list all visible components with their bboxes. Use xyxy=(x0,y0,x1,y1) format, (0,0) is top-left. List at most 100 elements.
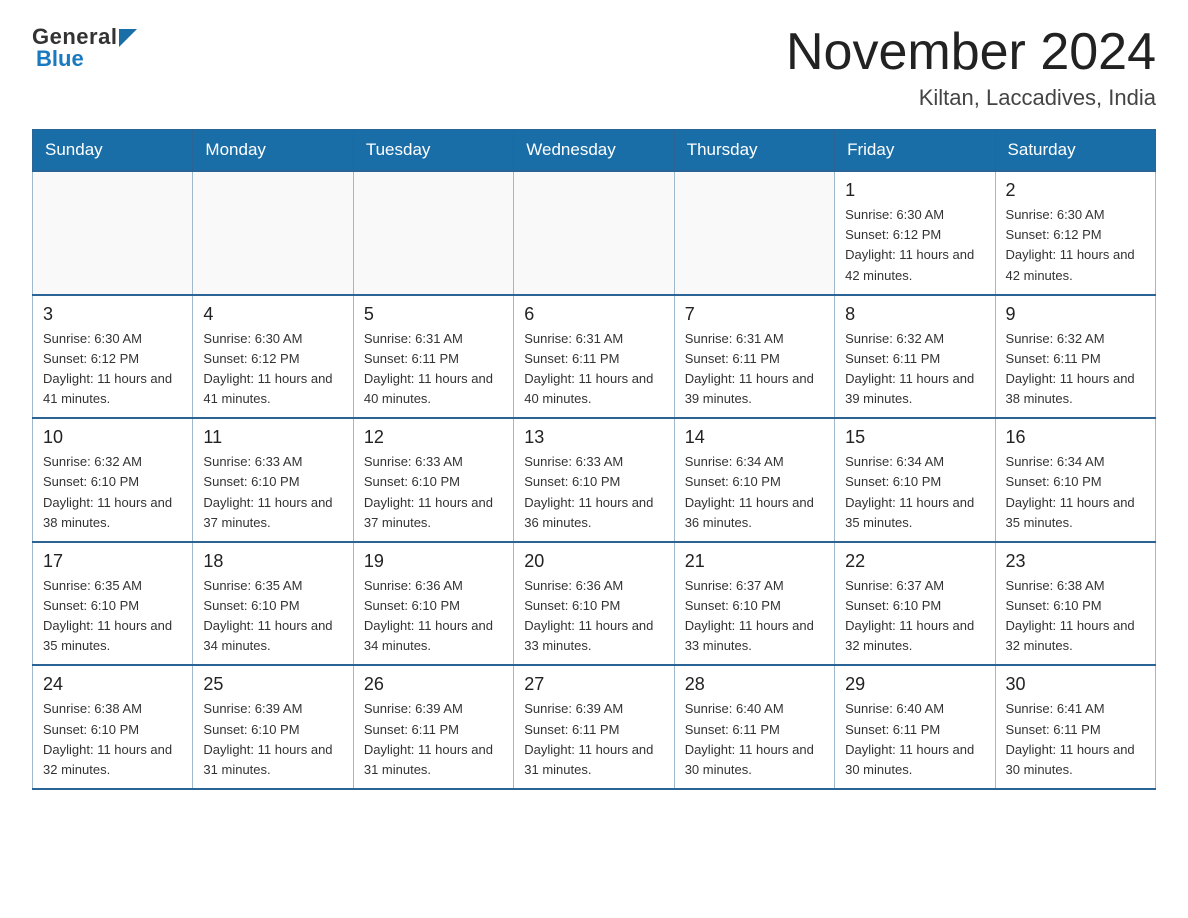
day-info: Sunrise: 6:30 AM Sunset: 6:12 PM Dayligh… xyxy=(43,329,182,410)
col-thursday: Thursday xyxy=(674,130,834,172)
day-number: 14 xyxy=(685,427,824,448)
table-row: 9 Sunrise: 6:32 AM Sunset: 6:11 PM Daylig… xyxy=(995,295,1155,419)
day-number: 19 xyxy=(364,551,503,572)
day-info: Sunrise: 6:39 AM Sunset: 6:10 PM Dayligh… xyxy=(203,699,342,780)
day-info: Sunrise: 6:38 AM Sunset: 6:10 PM Dayligh… xyxy=(43,699,182,780)
table-row: 17Sunrise: 6:35 AM Sunset: 6:10 PM Dayli… xyxy=(33,542,193,666)
day-info: Sunrise: 6:35 AM Sunset: 6:10 PM Dayligh… xyxy=(203,576,342,657)
table-row: 6 Sunrise: 6:31 AM Sunset: 6:11 PM Daylig… xyxy=(514,295,674,419)
day-number: 28 xyxy=(685,674,824,695)
table-row xyxy=(514,171,674,295)
day-info: Sunrise: 6:34 AM Sunset: 6:10 PM Dayligh… xyxy=(685,452,824,533)
day-info: Sunrise: 6:33 AM Sunset: 6:10 PM Dayligh… xyxy=(524,452,663,533)
day-info: Sunrise: 6:41 AM Sunset: 6:11 PM Dayligh… xyxy=(1006,699,1145,780)
day-number: 16 xyxy=(1006,427,1145,448)
day-number: 25 xyxy=(203,674,342,695)
day-number: 27 xyxy=(524,674,663,695)
table-row: 2 Sunrise: 6:30 AM Sunset: 6:12 PM Daylig… xyxy=(995,171,1155,295)
table-row: 12 Sunrise: 6:33 AM Sunset: 6:10 PM Dayli… xyxy=(353,418,513,542)
day-number: 23 xyxy=(1006,551,1145,572)
calendar-week-row: 10 Sunrise: 6:32 AM Sunset: 6:10 PM Dayli… xyxy=(33,418,1156,542)
col-saturday: Saturday xyxy=(995,130,1155,172)
col-wednesday: Wednesday xyxy=(514,130,674,172)
table-row: 10 Sunrise: 6:32 AM Sunset: 6:10 PM Dayli… xyxy=(33,418,193,542)
table-row: 15 Sunrise: 6:34 AM Sunset: 6:10 PM Dayli… xyxy=(835,418,995,542)
day-info: Sunrise: 6:34 AM Sunset: 6:10 PM Dayligh… xyxy=(845,452,984,533)
day-number: 18 xyxy=(203,551,342,572)
day-number: 15 xyxy=(845,427,984,448)
day-info: Sunrise: 6:32 AM Sunset: 6:10 PM Dayligh… xyxy=(43,452,182,533)
day-info: Sunrise: 6:31 AM Sunset: 6:11 PM Dayligh… xyxy=(524,329,663,410)
day-info: Sunrise: 6:36 AM Sunset: 6:10 PM Dayligh… xyxy=(364,576,503,657)
table-row: 27 Sunrise: 6:39 AM Sunset: 6:11 PM Dayli… xyxy=(514,665,674,789)
day-number: 9 xyxy=(1006,304,1145,325)
day-info: Sunrise: 6:33 AM Sunset: 6:10 PM Dayligh… xyxy=(203,452,342,533)
day-info: Sunrise: 6:36 AM Sunset: 6:10 PM Dayligh… xyxy=(524,576,663,657)
day-number: 12 xyxy=(364,427,503,448)
day-number: 22 xyxy=(845,551,984,572)
day-number: 21 xyxy=(685,551,824,572)
day-info: Sunrise: 6:39 AM Sunset: 6:11 PM Dayligh… xyxy=(364,699,503,780)
table-row: 21 Sunrise: 6:37 AM Sunset: 6:10 PM Dayli… xyxy=(674,542,834,666)
table-row: 8Sunrise: 6:32 AM Sunset: 6:11 PM Daylig… xyxy=(835,295,995,419)
calendar-title-block: November 2024 Kiltan, Laccadives, India xyxy=(786,24,1156,111)
day-info: Sunrise: 6:30 AM Sunset: 6:12 PM Dayligh… xyxy=(1006,205,1145,286)
day-info: Sunrise: 6:31 AM Sunset: 6:11 PM Dayligh… xyxy=(364,329,503,410)
day-info: Sunrise: 6:37 AM Sunset: 6:10 PM Dayligh… xyxy=(845,576,984,657)
day-number: 8 xyxy=(845,304,984,325)
day-number: 11 xyxy=(203,427,342,448)
table-row xyxy=(353,171,513,295)
table-row: 25 Sunrise: 6:39 AM Sunset: 6:10 PM Dayli… xyxy=(193,665,353,789)
day-number: 1 xyxy=(845,180,984,201)
calendar-subtitle: Kiltan, Laccadives, India xyxy=(786,85,1156,111)
table-row: 5Sunrise: 6:31 AM Sunset: 6:11 PM Daylig… xyxy=(353,295,513,419)
calendar-table: Sunday Monday Tuesday Wednesday Thursday… xyxy=(32,129,1156,790)
table-row: 23 Sunrise: 6:38 AM Sunset: 6:10 PM Dayli… xyxy=(995,542,1155,666)
table-row: 1 Sunrise: 6:30 AM Sunset: 6:12 PM Daylig… xyxy=(835,171,995,295)
day-info: Sunrise: 6:30 AM Sunset: 6:12 PM Dayligh… xyxy=(845,205,984,286)
day-number: 7 xyxy=(685,304,824,325)
calendar-header-row: Sunday Monday Tuesday Wednesday Thursday… xyxy=(33,130,1156,172)
calendar-week-row: 1 Sunrise: 6:30 AM Sunset: 6:12 PM Daylig… xyxy=(33,171,1156,295)
table-row: 4 Sunrise: 6:30 AM Sunset: 6:12 PM Daylig… xyxy=(193,295,353,419)
day-info: Sunrise: 6:39 AM Sunset: 6:11 PM Dayligh… xyxy=(524,699,663,780)
table-row: 7 Sunrise: 6:31 AM Sunset: 6:11 PM Daylig… xyxy=(674,295,834,419)
day-info: Sunrise: 6:30 AM Sunset: 6:12 PM Dayligh… xyxy=(203,329,342,410)
table-row: 13Sunrise: 6:33 AM Sunset: 6:10 PM Dayli… xyxy=(514,418,674,542)
day-info: Sunrise: 6:40 AM Sunset: 6:11 PM Dayligh… xyxy=(845,699,984,780)
day-info: Sunrise: 6:33 AM Sunset: 6:10 PM Dayligh… xyxy=(364,452,503,533)
table-row xyxy=(33,171,193,295)
table-row: 24 Sunrise: 6:38 AM Sunset: 6:10 PM Dayli… xyxy=(33,665,193,789)
page-header: General Blue November 2024 Kiltan, Lacca… xyxy=(32,24,1156,111)
day-number: 26 xyxy=(364,674,503,695)
day-number: 10 xyxy=(43,427,182,448)
logo-arrow-icon xyxy=(119,29,137,47)
col-monday: Monday xyxy=(193,130,353,172)
day-number: 24 xyxy=(43,674,182,695)
col-sunday: Sunday xyxy=(33,130,193,172)
day-number: 4 xyxy=(203,304,342,325)
day-info: Sunrise: 6:38 AM Sunset: 6:10 PM Dayligh… xyxy=(1006,576,1145,657)
table-row: 3 Sunrise: 6:30 AM Sunset: 6:12 PM Daylig… xyxy=(33,295,193,419)
day-number: 3 xyxy=(43,304,182,325)
day-number: 6 xyxy=(524,304,663,325)
table-row xyxy=(193,171,353,295)
day-info: Sunrise: 6:40 AM Sunset: 6:11 PM Dayligh… xyxy=(685,699,824,780)
calendar-title: November 2024 xyxy=(786,24,1156,81)
day-number: 2 xyxy=(1006,180,1145,201)
table-row: 11 Sunrise: 6:33 AM Sunset: 6:10 PM Dayli… xyxy=(193,418,353,542)
table-row: 28 Sunrise: 6:40 AM Sunset: 6:11 PM Dayli… xyxy=(674,665,834,789)
col-tuesday: Tuesday xyxy=(353,130,513,172)
table-row: 16 Sunrise: 6:34 AM Sunset: 6:10 PM Dayli… xyxy=(995,418,1155,542)
table-row: 29 Sunrise: 6:40 AM Sunset: 6:11 PM Dayli… xyxy=(835,665,995,789)
day-info: Sunrise: 6:37 AM Sunset: 6:10 PM Dayligh… xyxy=(685,576,824,657)
day-number: 30 xyxy=(1006,674,1145,695)
day-info: Sunrise: 6:32 AM Sunset: 6:11 PM Dayligh… xyxy=(1006,329,1145,410)
calendar-week-row: 24 Sunrise: 6:38 AM Sunset: 6:10 PM Dayli… xyxy=(33,665,1156,789)
day-info: Sunrise: 6:35 AM Sunset: 6:10 PM Dayligh… xyxy=(43,576,182,657)
day-number: 20 xyxy=(524,551,663,572)
day-number: 29 xyxy=(845,674,984,695)
table-row: 14 Sunrise: 6:34 AM Sunset: 6:10 PM Dayli… xyxy=(674,418,834,542)
day-info: Sunrise: 6:31 AM Sunset: 6:11 PM Dayligh… xyxy=(685,329,824,410)
day-info: Sunrise: 6:34 AM Sunset: 6:10 PM Dayligh… xyxy=(1006,452,1145,533)
